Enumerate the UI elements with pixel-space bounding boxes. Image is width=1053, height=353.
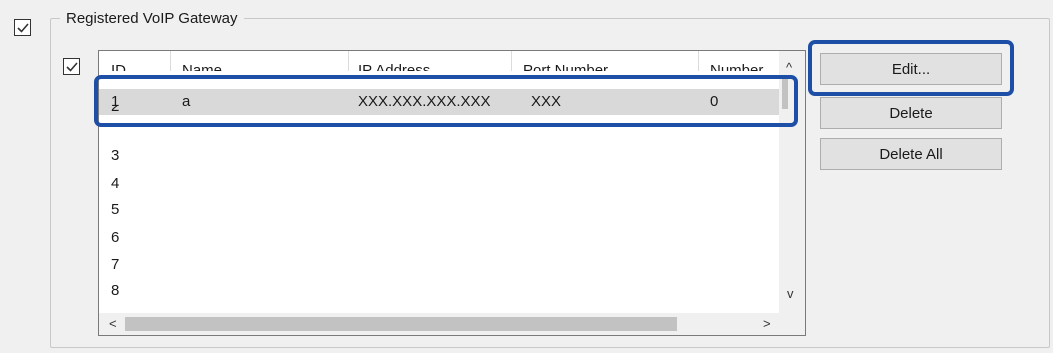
- vertical-scrollbar[interactable]: ^ v: [779, 51, 805, 309]
- scroll-down-icon[interactable]: v: [787, 287, 794, 301]
- column-header-id[interactable]: ID: [111, 63, 126, 72]
- column-header-name[interactable]: Name: [182, 63, 222, 72]
- scroll-left-icon[interactable]: <: [109, 317, 117, 331]
- column-divider[interactable]: [698, 51, 699, 71]
- delete-all-button[interactable]: Delete All: [820, 138, 1002, 170]
- checkmark-icon: [66, 62, 78, 72]
- column-divider[interactable]: [348, 51, 349, 71]
- cell-id: 4: [111, 175, 120, 192]
- checkmark-icon: [17, 23, 29, 33]
- cell-id: 7: [111, 256, 120, 273]
- scrollbar-corner: [779, 309, 805, 335]
- column-header-number[interactable]: Number: [710, 63, 763, 72]
- cell-id: 6: [111, 229, 120, 246]
- table-row[interactable]: 8: [99, 278, 779, 304]
- table-row[interactable]: 3: [99, 143, 779, 169]
- delete-button[interactable]: Delete: [820, 97, 1002, 129]
- horizontal-scroll-thumb[interactable]: [125, 317, 677, 331]
- column-divider[interactable]: [511, 51, 512, 71]
- cell-id: 2: [111, 106, 120, 115]
- table-row[interactable]: 5: [99, 197, 779, 223]
- column-header-ip-address[interactable]: IP Address: [358, 63, 430, 72]
- table-row[interactable]: 6: [99, 225, 779, 251]
- list-header: ID Name IP Address Port Number Number: [99, 51, 779, 71]
- group-title: Registered VoIP Gateway: [60, 10, 244, 27]
- select-all-checkbox[interactable]: [63, 58, 80, 75]
- edit-button[interactable]: Edit...: [820, 53, 1002, 85]
- enable-gateway-checkbox[interactable]: [14, 19, 31, 36]
- table-row[interactable]: 7: [99, 252, 779, 278]
- cell-id: 8: [111, 282, 120, 299]
- scroll-right-icon[interactable]: >: [763, 317, 771, 331]
- gateway-list[interactable]: ID Name IP Address Port Number Number 1 …: [98, 50, 806, 336]
- column-header-port-number[interactable]: Port Number: [523, 63, 608, 72]
- scroll-up-icon[interactable]: ^: [786, 61, 792, 75]
- column-divider[interactable]: [170, 51, 171, 71]
- table-row[interactable]: 4: [99, 171, 779, 197]
- cell-id: 3: [111, 147, 120, 164]
- horizontal-scrollbar[interactable]: < >: [99, 313, 779, 335]
- cell-id: 5: [111, 201, 120, 218]
- table-row[interactable]: 2: [99, 106, 779, 120]
- vertical-scroll-thumb[interactable]: [782, 77, 788, 109]
